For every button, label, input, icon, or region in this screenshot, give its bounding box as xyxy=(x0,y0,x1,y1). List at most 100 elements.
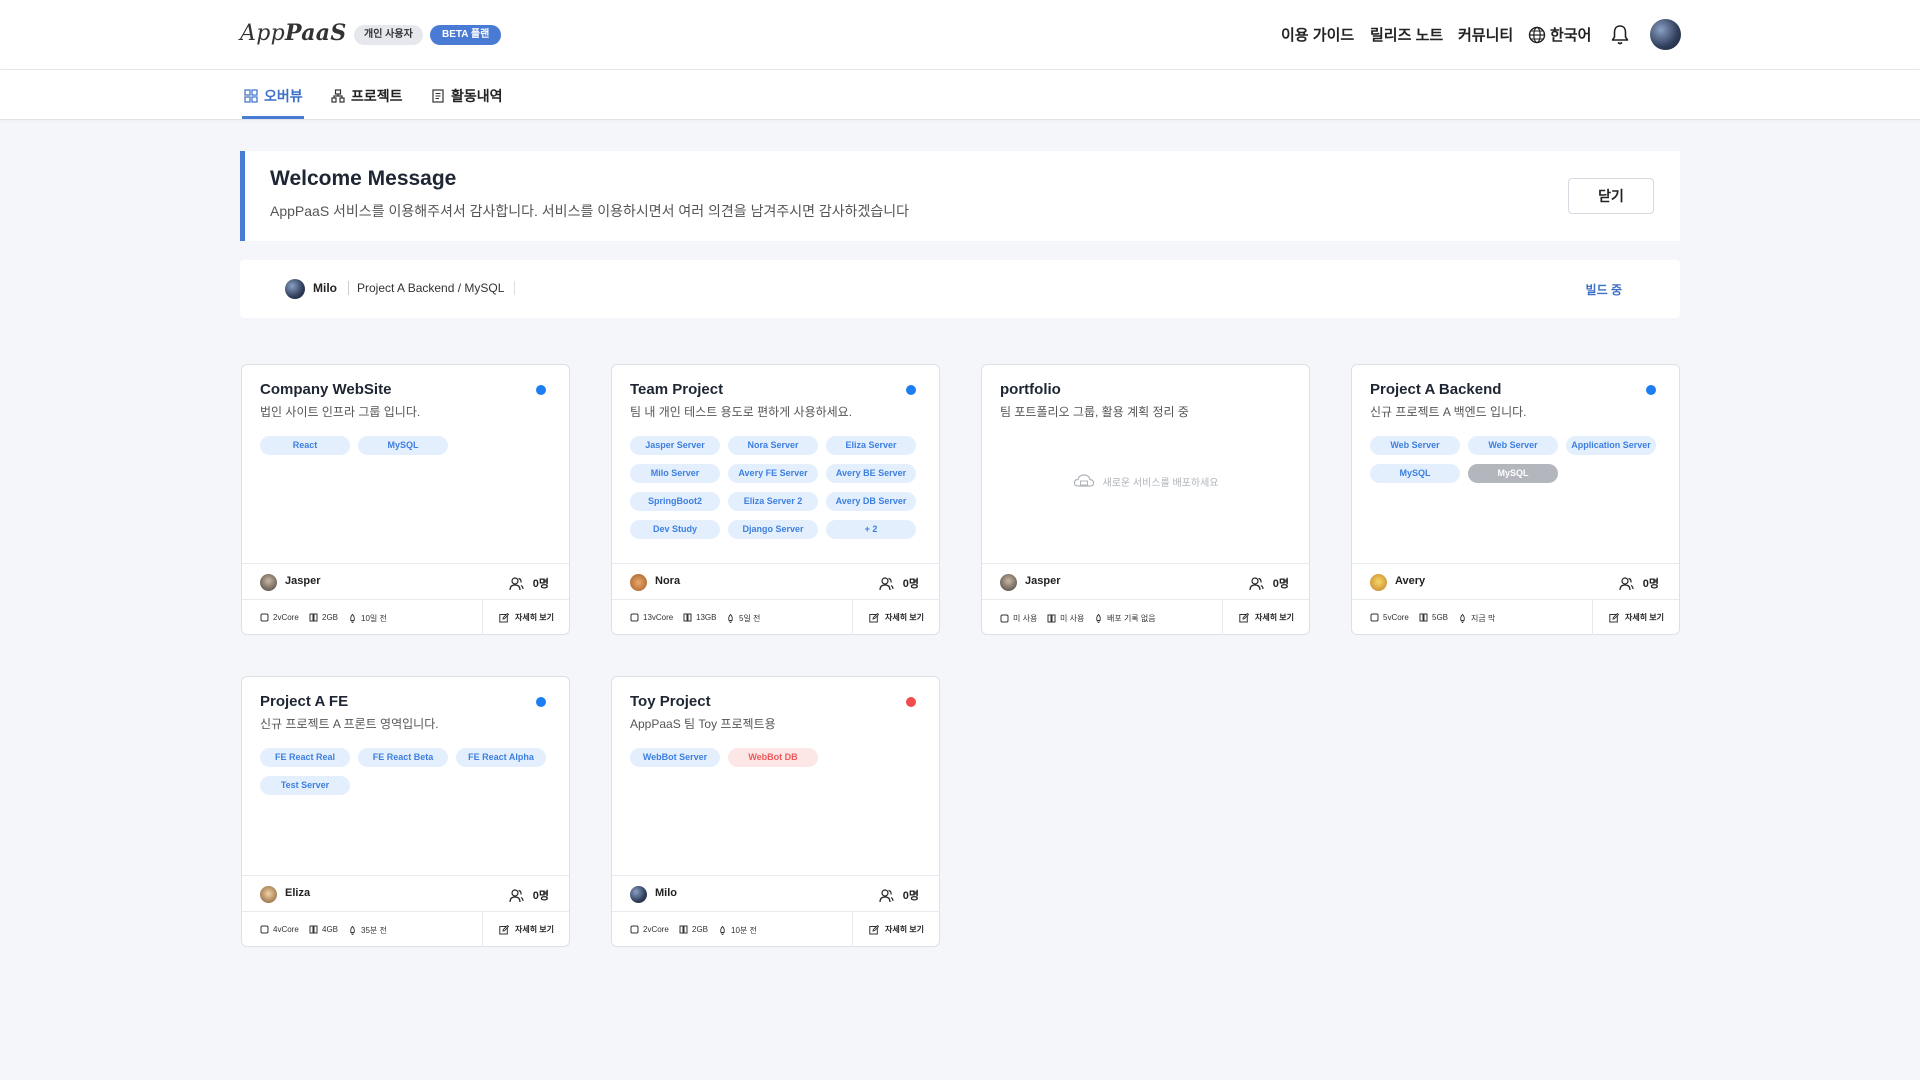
status-dot xyxy=(1646,385,1656,395)
globe-icon[interactable] xyxy=(1528,26,1546,44)
cpu-stat: 13vCore xyxy=(630,613,673,622)
project-title: Toy Project xyxy=(630,693,711,710)
view-details-label: 자세히 보기 xyxy=(884,925,925,934)
member-count: 0명 xyxy=(1249,575,1289,591)
memory-icon xyxy=(679,925,688,934)
welcome-banner: Welcome Message AppPaaS 서비스를 이용해주셔서 감사합니… xyxy=(240,151,1680,241)
service-chip[interactable]: SpringBoot2 xyxy=(630,492,720,511)
owner-row: Jasper 0명 xyxy=(982,563,1309,599)
view-details-button[interactable]: 자세히 보기 xyxy=(852,600,940,635)
resource-row: 2vCore 2GB 10일 전 자세히 보기 xyxy=(242,599,569,635)
owner-avatar xyxy=(1000,574,1017,591)
owner-name: Jasper xyxy=(285,575,321,587)
service-chip[interactable]: MySQL xyxy=(1468,464,1558,483)
cpu-icon xyxy=(1000,614,1009,623)
service-chip-list: React MySQL xyxy=(260,436,560,455)
welcome-message: AppPaaS 서비스를 이용해주셔서 감사합니다. 서비스를 이용하시면서 여… xyxy=(270,203,910,219)
app-logo[interactable]: AppPaaS xyxy=(240,20,347,46)
nav-guide-link[interactable]: 이용 가이드 xyxy=(1281,24,1354,45)
memory-stat: 5GB xyxy=(1419,613,1448,622)
tab-label: 프로젝트 xyxy=(351,88,403,104)
service-chip[interactable]: WebBot Server xyxy=(630,748,720,767)
tab-activity[interactable]: 활동내역 xyxy=(431,86,503,106)
project-card[interactable]: Company WebSite 법인 사이트 인프라 그룹 입니다. React… xyxy=(241,364,570,635)
service-chip[interactable]: Avery DB Server xyxy=(826,492,916,511)
service-chip[interactable]: Application Server xyxy=(1566,436,1656,455)
empty-state[interactable]: 새로운 서비스를 배포하세요 xyxy=(982,473,1309,489)
memory-value: 2GB xyxy=(322,613,339,622)
resource-row: 5vCore 5GB 지금 막 자세히 보기 xyxy=(1352,599,1679,635)
user-avatar[interactable] xyxy=(1650,19,1681,50)
deploy-stat: 35분 전 xyxy=(348,925,387,936)
service-chip-list: Web Server Web Server Application Server My… xyxy=(1370,436,1670,483)
service-chip[interactable]: FE React Real xyxy=(260,748,350,767)
nav-community-link[interactable]: 커뮤니티 xyxy=(1458,24,1513,45)
service-chip[interactable]: Eliza Server xyxy=(826,436,916,455)
deploy-stat: 10분 전 xyxy=(718,925,757,936)
close-welcome-button[interactable]: 닫기 xyxy=(1568,178,1654,214)
view-details-button[interactable]: 자세히 보기 xyxy=(482,912,570,947)
nav-release-notes-link[interactable]: 릴리즈 노트 xyxy=(1370,24,1443,45)
service-chip[interactable]: Jasper Server xyxy=(630,436,720,455)
bell-icon[interactable] xyxy=(1610,24,1630,46)
rocket-icon xyxy=(1460,614,1465,623)
cpu-value: 2vCore xyxy=(643,925,669,934)
service-chip[interactable]: Django Server xyxy=(728,520,818,539)
status-dot xyxy=(536,697,546,707)
cpu-stat: 5vCore xyxy=(1370,613,1409,622)
view-details-button[interactable]: 자세히 보기 xyxy=(1592,600,1680,635)
service-chip[interactable]: Web Server xyxy=(1370,436,1460,455)
project-title: Project A FE xyxy=(260,693,349,710)
service-chip[interactable]: Nora Server xyxy=(728,436,818,455)
service-chip[interactable]: React xyxy=(260,436,350,455)
users-icon xyxy=(879,888,894,902)
service-chip[interactable]: Avery FE Server xyxy=(728,464,818,483)
rocket-icon xyxy=(1096,614,1101,623)
status-dot xyxy=(906,385,916,395)
service-chip[interactable]: Test Server xyxy=(260,776,350,795)
user-type-badge: 개인 사용자 xyxy=(354,25,423,45)
service-chip[interactable]: FE React Alpha xyxy=(456,748,546,767)
resource-row: 13vCore 13GB 5일 전 자세히 보기 xyxy=(612,599,939,635)
view-details-button[interactable]: 자세히 보기 xyxy=(1222,600,1310,635)
language-select[interactable]: 한국어 xyxy=(1550,24,1591,45)
build-user-name: Milo xyxy=(313,281,337,295)
memory-value: 2GB xyxy=(692,925,709,934)
view-details-label: 자세히 보기 xyxy=(514,925,555,934)
view-details-button[interactable]: 자세히 보기 xyxy=(852,912,940,947)
service-chip[interactable]: FE React Beta xyxy=(358,748,448,767)
owner-row: Avery 0명 xyxy=(1352,563,1679,599)
view-details-button[interactable]: 자세히 보기 xyxy=(482,600,570,635)
service-chip[interactable]: + 2 xyxy=(826,520,916,539)
owner-avatar xyxy=(1370,574,1387,591)
project-card[interactable]: Project A FE 신규 프로젝트 A 프론트 영역입니다. FE Rea… xyxy=(241,676,570,947)
project-card[interactable]: portfolio 팀 포트폴리오 그룹, 활용 계획 정리 중 Jasper … xyxy=(981,364,1310,635)
project-card[interactable]: Project A Backend 신규 프로젝트 A 백엔드 입니다. Web… xyxy=(1351,364,1680,635)
project-card[interactable]: Toy Project AppPaaS 팀 Toy 프로젝트용 WebBot S… xyxy=(611,676,940,947)
document-icon xyxy=(432,89,444,103)
service-chip[interactable]: MySQL xyxy=(1370,464,1460,483)
edit-icon xyxy=(499,924,509,934)
owner-name: Jasper xyxy=(1025,575,1061,587)
service-chip[interactable]: Web Server xyxy=(1468,436,1558,455)
rocket-icon xyxy=(350,926,355,935)
service-chip[interactable]: Dev Study xyxy=(630,520,720,539)
cpu-stat: 미 사용 xyxy=(1000,613,1037,624)
service-chip[interactable]: Avery BE Server xyxy=(826,464,916,483)
service-chip[interactable]: WebBot DB xyxy=(728,748,818,767)
service-chip[interactable]: Eliza Server 2 xyxy=(728,492,818,511)
memory-value: 13GB xyxy=(696,613,717,622)
service-chip[interactable]: Milo Server xyxy=(630,464,720,483)
owner-row: Jasper 0명 xyxy=(242,563,569,599)
build-status-bar[interactable]: Milo Project A Backend / MySQL 빌드 중 xyxy=(240,260,1680,318)
owner-row: Eliza 0명 xyxy=(242,875,569,911)
cpu-stat: 4vCore xyxy=(260,925,299,934)
project-card[interactable]: Team Project 팀 내 개인 테스트 용도로 편하게 사용하세요. J… xyxy=(611,364,940,635)
service-chip[interactable]: MySQL xyxy=(358,436,448,455)
tab-projects[interactable]: 프로젝트 xyxy=(331,86,403,106)
memory-icon xyxy=(309,613,318,622)
deploy-value: 10분 전 xyxy=(731,926,757,935)
member-count-label: 0명 xyxy=(902,578,919,590)
tab-overview[interactable]: 오버뷰 xyxy=(244,86,303,106)
view-details-label: 자세히 보기 xyxy=(514,613,555,622)
